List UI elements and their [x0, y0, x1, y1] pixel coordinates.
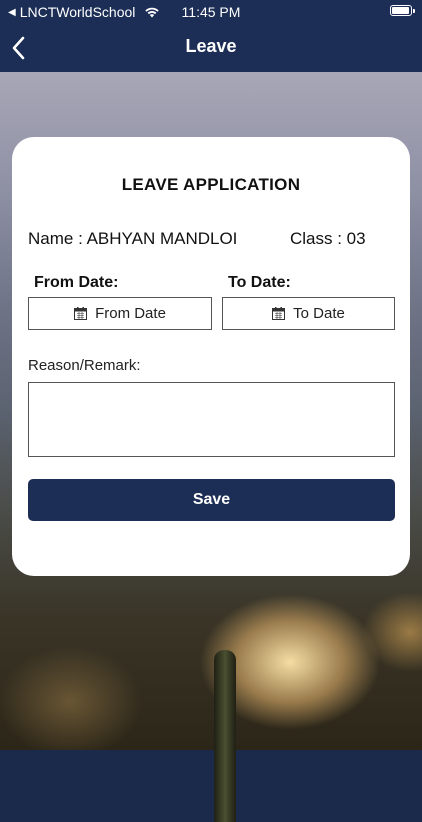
student-name: Name : ABHYAN MANDLOI	[28, 229, 238, 248]
reason-label: Reason/Remark:	[28, 357, 141, 374]
student-class: Class : 03	[290, 229, 366, 248]
page-title: Leave	[185, 36, 237, 56]
to-date-button[interactable]: To Date	[222, 297, 395, 330]
form-title: LEAVE APPLICATION	[121, 175, 301, 194]
from-date-button-label: From Date	[95, 305, 166, 322]
to-date-button-label: To Date	[293, 305, 345, 322]
battery-fill	[392, 7, 410, 14]
status-bar: ◀ LNCTWorldSchool 11:45 PM	[0, 0, 422, 24]
save-button[interactable]: Save	[28, 479, 395, 521]
leave-form-card: LEAVE APPLICATION Name : ABHYAN MANDLOI …	[12, 137, 410, 576]
status-time: 11:45 PM	[181, 4, 241, 20]
from-date-label: From Date:	[34, 274, 119, 291]
battery-icon	[390, 5, 415, 16]
reason-textarea[interactable]	[28, 382, 395, 457]
to-date-label: To Date:	[228, 274, 291, 291]
calendar-icon	[272, 307, 286, 320]
dandelion-stem	[214, 650, 236, 822]
app-header: ◀ LNCTWorldSchool 11:45 PM Leave	[0, 0, 422, 72]
from-date-button[interactable]: From Date	[28, 297, 212, 330]
calendar-icon	[74, 307, 88, 320]
